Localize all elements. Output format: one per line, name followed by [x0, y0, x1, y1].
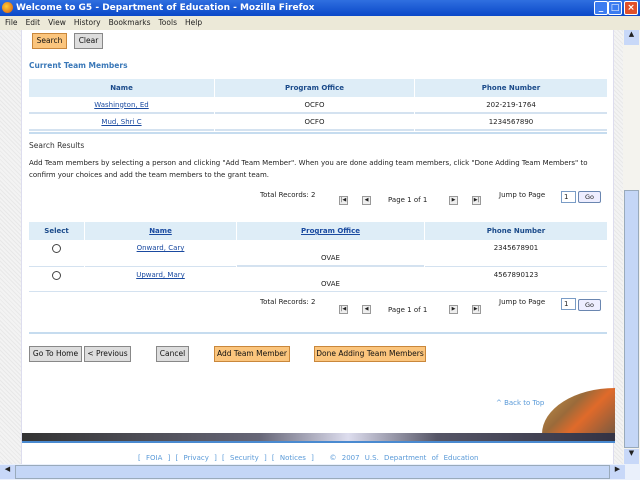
done-adding-button[interactable]: Done Adding Team Members [314, 346, 426, 362]
phone: 4567890123 [425, 266, 607, 292]
firefox-icon [2, 2, 13, 13]
phone: 202-219-1764 [415, 97, 607, 114]
scroll-right-icon[interactable]: ▶ [610, 465, 625, 479]
jump-input[interactable]: 1 [561, 191, 576, 203]
select-radio[interactable] [52, 244, 61, 253]
total-records: Total Records: 2 [260, 191, 316, 199]
col-select: Select [29, 222, 84, 240]
scroll-thumb[interactable] [624, 190, 639, 448]
viewport: Search Clear Current Team Members Name Pr… [0, 30, 623, 464]
menu-help[interactable]: Help [185, 18, 202, 27]
divider [29, 132, 607, 134]
title-bar: Welcome to G5 - Department of Education … [0, 0, 640, 16]
add-team-member-button[interactable]: Add Team Member [214, 346, 290, 362]
menu-file[interactable]: File [5, 18, 18, 27]
go-button[interactable]: Go [578, 191, 601, 203]
person-link[interactable]: Onward, Cary [137, 244, 185, 252]
col-name: Name [29, 79, 214, 97]
sort-office[interactable]: Program Office [301, 227, 360, 235]
total-records: Total Records: 2 [260, 298, 316, 306]
privacy-link[interactable]: Privacy [184, 454, 209, 462]
last-page-icon[interactable]: ▶| [472, 196, 481, 205]
go-to-home-button[interactable]: Go To Home [29, 346, 82, 362]
col-office: Program Office [215, 79, 414, 97]
sort-name[interactable]: Name [149, 227, 172, 235]
search-button[interactable]: Search [32, 33, 67, 49]
office: OVAE [237, 266, 424, 292]
menu-bookmarks[interactable]: Bookmarks [109, 18, 151, 27]
page: Search Clear Current Team Members Name Pr… [21, 30, 615, 464]
scroll-left-icon[interactable]: ◀ [0, 465, 15, 479]
clear-button[interactable]: Clear [74, 33, 103, 49]
search-results-table: Select Name Program Office Phone Number Onw… [28, 222, 608, 292]
member-link[interactable]: Washington, Ed [94, 101, 148, 109]
jump-label: Jump to Page [499, 191, 546, 199]
phone: 2345678901 [493, 244, 539, 252]
security-link[interactable]: Security [230, 454, 259, 462]
table-row: Onward, Cary OVAE 2345678901 [29, 240, 607, 266]
banner-bar [22, 433, 615, 441]
scroll-down-icon[interactable]: ▼ [624, 449, 639, 464]
menu-edit[interactable]: Edit [26, 18, 41, 27]
jump-input[interactable]: 1 [561, 298, 576, 310]
maximize-button[interactable]: □ [608, 1, 622, 15]
horizontal-scrollbar[interactable]: ◀ ▶ [0, 464, 640, 480]
hscroll-thumb[interactable] [15, 465, 610, 479]
jump-label: Jump to Page [499, 298, 546, 306]
cancel-button[interactable]: Cancel [156, 346, 189, 362]
select-radio[interactable] [52, 271, 61, 280]
search-results-heading: Search Results [29, 141, 85, 150]
classroom-image [542, 388, 615, 434]
menu-view[interactable]: View [48, 18, 66, 27]
page-indicator: Page 1 of 1 [388, 306, 428, 314]
last-page-icon[interactable]: ▶| [472, 305, 481, 314]
vertical-scrollbar[interactable]: ▲ ▼ [623, 30, 640, 464]
person-link[interactable]: Upward, Mary [136, 271, 185, 279]
menu-tools[interactable]: Tools [159, 18, 177, 27]
window-title: Welcome to G5 - Department of Education … [16, 3, 315, 13]
table-row: Washington, Ed OCFO 202-219-1764 [29, 97, 607, 114]
member-link[interactable]: Mud, Shri C [101, 118, 141, 126]
office: OCFO [215, 114, 414, 131]
menu-bar: File Edit View History Bookmarks Tools Help [0, 16, 640, 30]
first-page-icon[interactable]: |◀ [339, 305, 348, 314]
copyright: © 2007 U.S. Department of Education [329, 454, 479, 462]
page-indicator: Page 1 of 1 [388, 196, 428, 204]
table-row: Mud, Shri C OCFO 1234567890 [29, 114, 607, 131]
phone: 1234567890 [415, 114, 607, 131]
notices-link[interactable]: Notices [280, 454, 306, 462]
first-page-icon[interactable]: |◀ [339, 196, 348, 205]
next-page-icon[interactable]: ▶ [449, 196, 458, 205]
office: OCFO [215, 97, 414, 114]
minimize-button[interactable]: _ [594, 1, 608, 15]
footer: [ FOIA ] [ Privacy ] [ Security ] [ Noti… [138, 454, 479, 462]
prev-page-icon[interactable]: ◀ [362, 305, 371, 314]
current-team-table: Name Program Office Phone Number Washingto… [28, 79, 608, 131]
office: OVAE [237, 240, 424, 266]
foia-link[interactable]: FOIA [146, 454, 162, 462]
go-button[interactable]: Go [578, 299, 601, 311]
divider [29, 291, 607, 292]
banner-line [22, 441, 615, 443]
col-phone: Phone Number [425, 222, 607, 240]
close-button[interactable]: × [624, 1, 638, 15]
instructions: Add Team members by selecting a person a… [29, 159, 588, 179]
scroll-up-icon[interactable]: ▲ [624, 30, 639, 45]
back-to-top-link[interactable]: ^ Back to Top [496, 399, 544, 407]
current-team-heading: Current Team Members [29, 61, 128, 70]
divider [29, 332, 607, 334]
menu-history[interactable]: History [74, 18, 101, 27]
col-phone: Phone Number [415, 79, 607, 97]
prev-page-icon[interactable]: ◀ [362, 196, 371, 205]
previous-button[interactable]: < Previous [84, 346, 131, 362]
table-row: Upward, Mary OVAE 4567890123 [29, 266, 607, 292]
next-page-icon[interactable]: ▶ [449, 305, 458, 314]
